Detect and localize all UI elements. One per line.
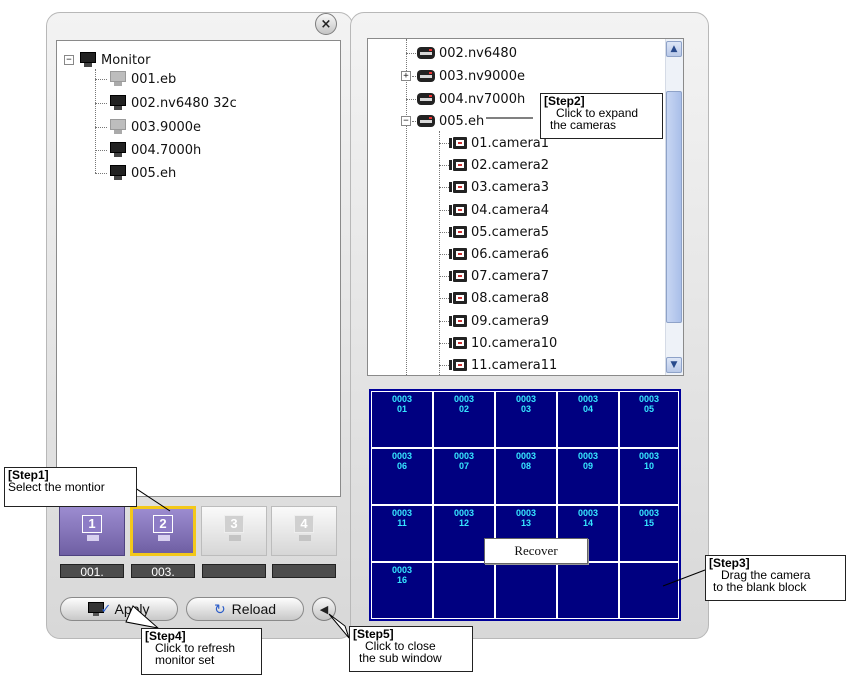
camera-icon — [449, 269, 467, 283]
camera-icon — [449, 203, 467, 217]
monitor-tree-panel: − Monitor 001.eb 002.nv6480 32c 003.9000… — [56, 40, 341, 497]
tree-item-server-expanded[interactable]: 005.eh — [417, 111, 484, 131]
camera-icon — [449, 291, 467, 305]
apply-button[interactable]: ✓ Apply — [60, 597, 178, 621]
grid-cell[interactable]: 0003 05 — [619, 391, 679, 448]
tree-item-server[interactable]: 004.nv7000h — [417, 89, 525, 109]
step4-callout: [Step4] Click to refresh monitor set — [141, 628, 262, 675]
apply-icon: ✓ — [88, 602, 111, 616]
grid-cell[interactable]: 0003 02 — [433, 391, 495, 448]
grid-cell[interactable]: 0003 11 — [371, 505, 433, 562]
tree-root-monitor[interactable]: Monitor — [79, 50, 150, 70]
step2-callout: [Step2] Click to expand the cameras — [540, 93, 663, 139]
tree-item-monitor[interactable]: 005.eh — [109, 163, 176, 183]
grid-cell[interactable]: 0003 01 — [371, 391, 433, 448]
grid-cell[interactable]: 0003 07 — [433, 448, 495, 505]
grid-cell[interactable]: 0003 06 — [371, 448, 433, 505]
monitor-label-1: 001. — [60, 564, 124, 579]
camera-icon — [449, 136, 467, 150]
tree-item-camera[interactable]: 05.camera5 — [449, 222, 549, 242]
grid-cell-empty[interactable] — [495, 562, 557, 619]
collapse-sub-window-icon[interactable]: ◀ — [312, 597, 336, 621]
monitor-icon — [109, 95, 127, 111]
grid-cell-empty[interactable] — [619, 562, 679, 619]
tree-item-camera[interactable]: 10.camera10 — [449, 333, 557, 353]
tree-item-camera[interactable]: 08.camera8 — [449, 288, 549, 308]
grid-cell[interactable]: 0003 08 — [495, 448, 557, 505]
tree-item-camera[interactable]: 02.camera2 — [449, 155, 549, 175]
collapse-toggle-icon[interactable]: − — [401, 116, 411, 126]
tree-scrollbar[interactable]: ▲ ▼ — [665, 39, 683, 375]
monitor-selector: 1 2 3 4 001. 003. — [59, 506, 337, 579]
tree-item-server[interactable]: 003.nv9000e — [417, 66, 525, 86]
grid-cell[interactable]: 0003 10 — [619, 448, 679, 505]
grid-cell[interactable]: 0003 16 — [371, 562, 433, 619]
grid-cell-empty[interactable] — [433, 562, 495, 619]
camera-icon — [449, 180, 467, 194]
camera-icon — [449, 225, 467, 239]
monitor-button-4[interactable]: 4 — [271, 506, 337, 556]
monitor-button-3[interactable]: 3 — [201, 506, 267, 556]
tree-item-monitor[interactable]: 001.eb — [109, 69, 176, 89]
tree-item-camera[interactable]: 04.camera4 — [449, 200, 549, 220]
step5-callout: [Step5] Click to close the sub window — [349, 626, 473, 672]
tree-item-camera[interactable]: 03.camera3 — [449, 177, 549, 197]
monitor-button-1[interactable]: 1 — [59, 506, 125, 556]
monitor-icon — [109, 142, 127, 158]
close-icon[interactable]: × — [315, 13, 337, 35]
tree-item-camera[interactable]: 09.camera9 — [449, 311, 549, 331]
camera-icon — [449, 336, 467, 350]
grid-cell[interactable]: 0003 15 — [619, 505, 679, 562]
tree-item-camera[interactable]: 06.camera6 — [449, 244, 549, 264]
monitor-disabled-icon — [109, 71, 127, 87]
server-icon — [417, 114, 435, 128]
grid-cell[interactable]: 0003 09 — [557, 448, 619, 505]
camera-grid: 0003 01 0003 02 0003 03 0003 04 0003 05 0003 0… — [369, 389, 681, 621]
server-icon — [417, 69, 435, 83]
grid-cell[interactable]: 0003 04 — [557, 391, 619, 448]
collapse-toggle-icon[interactable]: − — [64, 55, 74, 65]
monitor-icon — [79, 52, 97, 68]
server-icon — [417, 92, 435, 106]
monitor-label-3 — [202, 564, 266, 578]
grid-cell[interactable]: 0003 03 — [495, 391, 557, 448]
monitor-button-2[interactable]: 2 — [130, 506, 196, 556]
camera-icon — [449, 247, 467, 261]
tree-item-monitor[interactable]: 003.9000e — [109, 117, 201, 137]
scrollbar-thumb[interactable] — [666, 91, 682, 323]
scroll-up-icon[interactable]: ▲ — [666, 41, 682, 57]
monitor-icon — [109, 165, 127, 181]
monitor-label-2: 003. — [131, 564, 195, 579]
monitor-disabled-icon — [109, 119, 127, 135]
grid-cell-empty[interactable] — [557, 562, 619, 619]
camera-icon — [449, 314, 467, 328]
expand-toggle-icon[interactable]: + — [401, 71, 411, 81]
camera-icon — [449, 358, 467, 372]
tree-root-label: Monitor — [101, 52, 151, 68]
tree-item-server[interactable]: 002.nv6480 — [417, 43, 517, 63]
tree-item-camera[interactable]: 07.camera7 — [449, 266, 549, 286]
tree-item-camera[interactable]: 01.camera1 — [449, 133, 549, 153]
tree-item-monitor[interactable]: 002.nv6480 32c — [109, 93, 237, 113]
server-icon — [417, 46, 435, 60]
tree-item-monitor[interactable]: 004.7000h — [109, 140, 201, 160]
tree-item-camera[interactable]: 11.camera11 — [449, 355, 557, 375]
monitor-label-4 — [272, 564, 336, 578]
scroll-down-icon[interactable]: ▼ — [666, 357, 682, 373]
camera-tree-panel: 002.nv6480 + 003.nv9000e 004.nv7000h − 0… — [367, 38, 684, 376]
step3-callout: [Step3] Drag the camera to the blank block — [705, 555, 846, 601]
camera-icon — [449, 158, 467, 172]
step1-callout: [Step1] Select the montior — [4, 467, 137, 507]
reload-icon: ↻ — [213, 600, 226, 617]
reload-button[interactable]: ↻ Reload — [186, 597, 304, 621]
recover-menu-item[interactable]: Recover — [484, 538, 588, 564]
